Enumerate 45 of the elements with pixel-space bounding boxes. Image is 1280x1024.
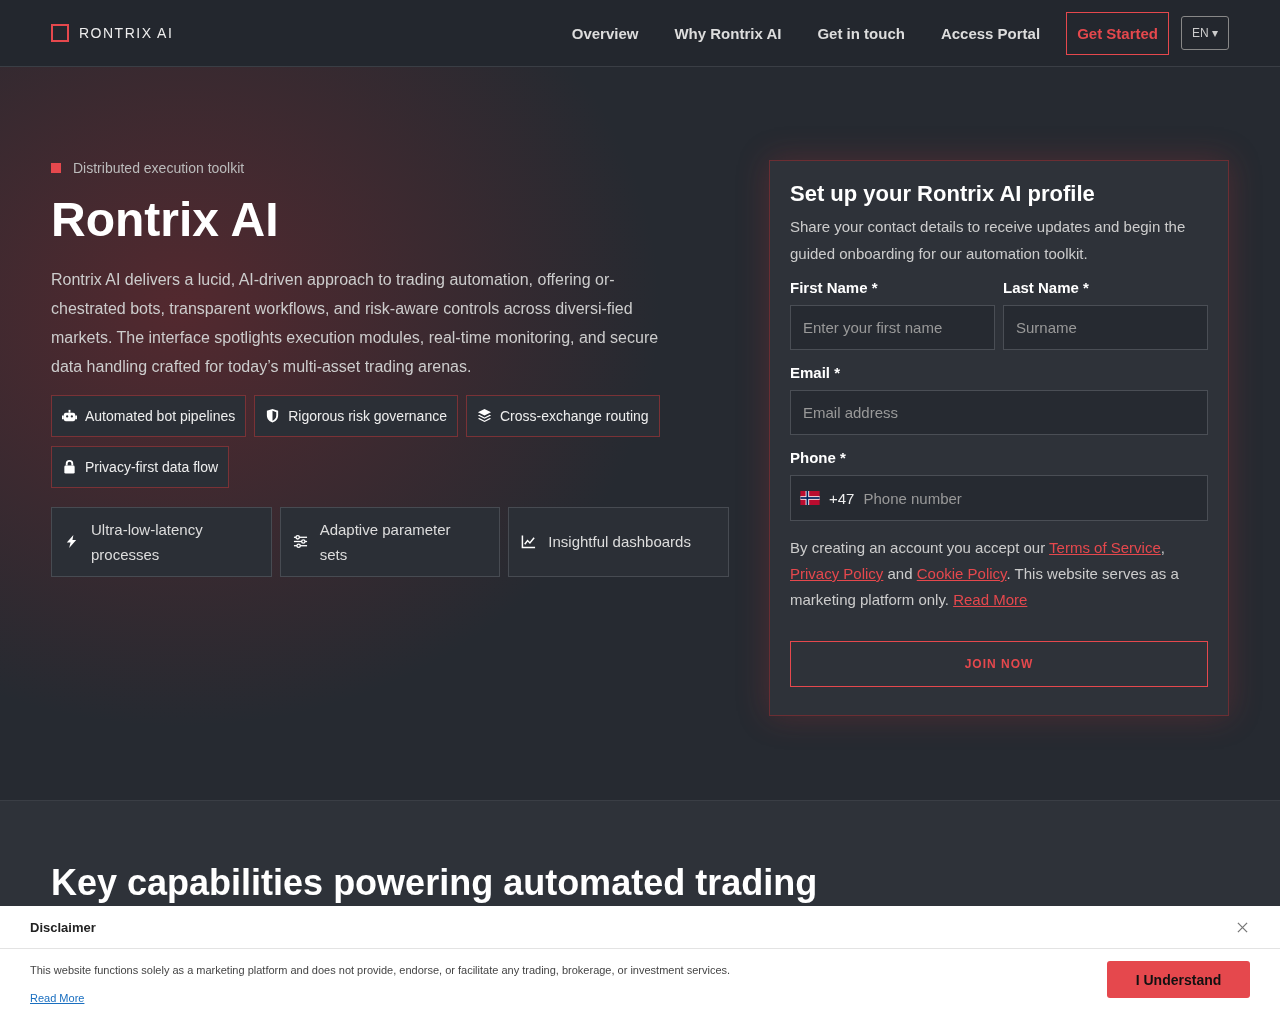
brand-name[interactable]: RONTRIX AI — [79, 25, 174, 41]
eyebrow-text: Distributed execution toolkit — [73, 160, 245, 176]
layers-icon — [476, 408, 492, 424]
section-title: Key capabilities powering automated trading — [51, 863, 819, 903]
feature-tag: Automated bot pipelines — [51, 394, 247, 437]
feature-label: Adaptive parameter sets — [319, 519, 452, 565]
nav-link[interactable]: Access Portal — [940, 24, 1041, 42]
feature-tag: Cross-exchange routing — [465, 394, 660, 437]
get-started-button[interactable]: Get Started — [1066, 11, 1169, 55]
feature-tag: Rigorous risk governance — [254, 394, 458, 437]
square-icon — [51, 163, 61, 173]
field-label: First Name * — [790, 279, 879, 296]
feature-tag: Privacy-first data flow — [51, 445, 230, 488]
hero-title: Rontrix AI — [51, 194, 280, 247]
read-more-link[interactable]: Read More — [30, 992, 85, 1004]
field-label: Phone * — [790, 449, 847, 466]
last-name-field[interactable]: Surname — [1003, 305, 1208, 350]
understand-button[interactable]: I Understand — [1107, 961, 1250, 998]
feature-label: Insightful dashboards — [548, 532, 691, 553]
shield-icon — [265, 408, 281, 424]
nav-link[interactable]: Overview — [571, 24, 639, 42]
field-label: Last Name * — [1003, 279, 1090, 296]
email-field[interactable]: Email address — [790, 390, 1208, 435]
hero-description: Rontrix AI delivers a lucid, AI-driven approach to trading automation, offering or-chestrated bots, transparent workflows, and risk-aware controls across diversi-fied markets. The interface spotlights execution modules, real-time monitoring, and secure data handling crafted for today’s multi-asset trading arenas. — [51, 269, 660, 377]
dial-code[interactable]: +47 — [829, 489, 855, 507]
field-label: Email * — [790, 364, 842, 381]
phone-number-input[interactable]: Phone number — [863, 489, 1198, 507]
disclaimer-title: Disclaimer — [30, 919, 96, 935]
first-name-field[interactable]: Enter your first name — [790, 305, 995, 350]
disclaimer-text: This website functions solely as a marketing platform and does not provide, endorse, or facilitate any trading, brokerage, or investment services. — [30, 964, 731, 976]
phone-field[interactable]: +47 Phone number — [790, 475, 1208, 521]
form-subtitle: Share your contact details to receive updates and begin the guided onboarding for our automation toolkit. — [790, 217, 1187, 264]
feature-label: Ultra-low-latency processes — [91, 519, 204, 565]
form-title: Set up your Rontrix AI profile — [790, 181, 1096, 207]
sliders-icon — [292, 534, 308, 550]
chart-icon — [521, 534, 537, 550]
nav-link[interactable]: Why Rontrix AI — [674, 24, 782, 42]
lock-icon — [62, 459, 77, 475]
language-select[interactable]: EN ▾ — [1181, 16, 1229, 50]
robot-icon — [62, 408, 77, 424]
flag-icon[interactable] — [800, 491, 820, 505]
logo-icon — [51, 24, 69, 42]
consent-text: By creating an account you accept our Terms of Service, Privacy Policy and Cookie Policy. This website serves as a marketing platform only. Read More — [790, 538, 1180, 610]
nav-link[interactable]: Get in touch — [817, 24, 905, 42]
close-icon[interactable] — [1237, 921, 1248, 933]
